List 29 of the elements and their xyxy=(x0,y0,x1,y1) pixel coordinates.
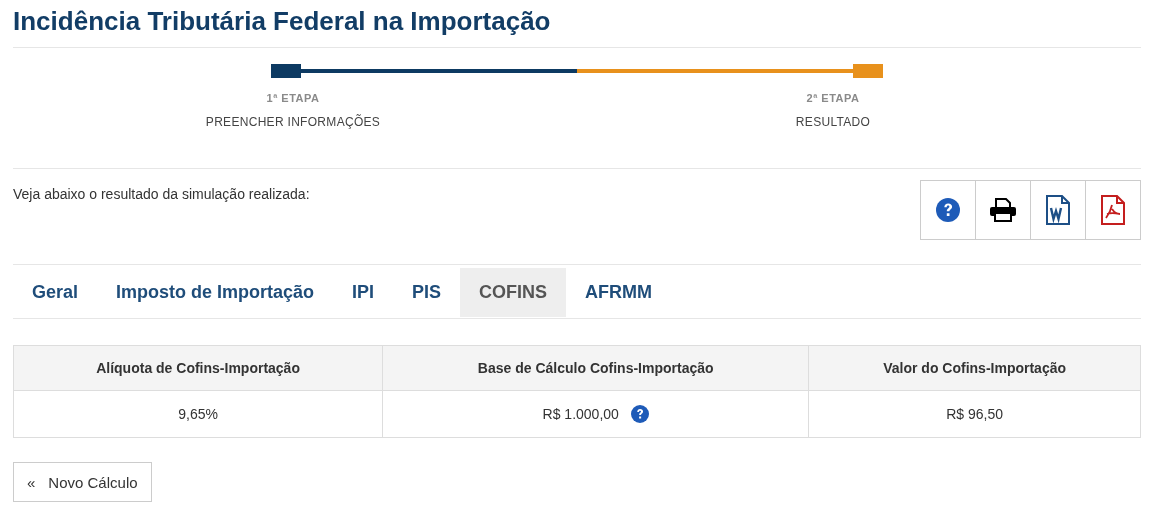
help-icon[interactable] xyxy=(630,405,649,423)
step-number: 2ª ETAPA xyxy=(806,92,860,104)
pdf-button[interactable] xyxy=(1085,180,1141,240)
help-button[interactable] xyxy=(920,180,976,240)
help-icon[interactable] xyxy=(936,198,960,222)
word-document-icon xyxy=(1046,195,1070,225)
word-button[interactable] xyxy=(1030,180,1086,240)
printer-icon xyxy=(989,198,1017,222)
tab[interactable]: PIS xyxy=(393,268,461,317)
print-button[interactable] xyxy=(975,180,1031,240)
table-cell: 9,65% xyxy=(13,390,383,438)
step-label: PREENCHER INFORMAÇÕES xyxy=(205,115,381,129)
column-header: Base de Cálculo Cofins-Importação xyxy=(382,345,809,391)
tab[interactable]: AFRMM xyxy=(566,268,672,317)
tab[interactable]: Imposto de Importação xyxy=(97,268,334,317)
page-title: Incidência Tributária Federal na Importação xyxy=(13,0,1141,48)
cell-value: R$ 1.000,00 xyxy=(542,406,619,422)
table-cell: R$ 96,50 xyxy=(808,390,1141,438)
tab[interactable]: IPI xyxy=(333,268,394,317)
new-calculation-button[interactable]: « Novo Cálculo xyxy=(13,462,152,502)
tab[interactable]: Geral xyxy=(13,268,98,317)
step-label: RESULTADO xyxy=(795,115,871,129)
pdf-document-icon xyxy=(1101,195,1125,225)
column-header: Valor do Cofins-Importação xyxy=(808,345,1141,391)
column-header: Alíquota de Cofins-Importação xyxy=(13,345,383,391)
tab[interactable]: COFINS xyxy=(460,268,567,317)
step-number: 1ª ETAPA xyxy=(266,92,320,104)
intro-text: Veja abaixo o resultado da simulação realizada: xyxy=(13,186,310,204)
chevrons-icon: « xyxy=(27,473,36,491)
